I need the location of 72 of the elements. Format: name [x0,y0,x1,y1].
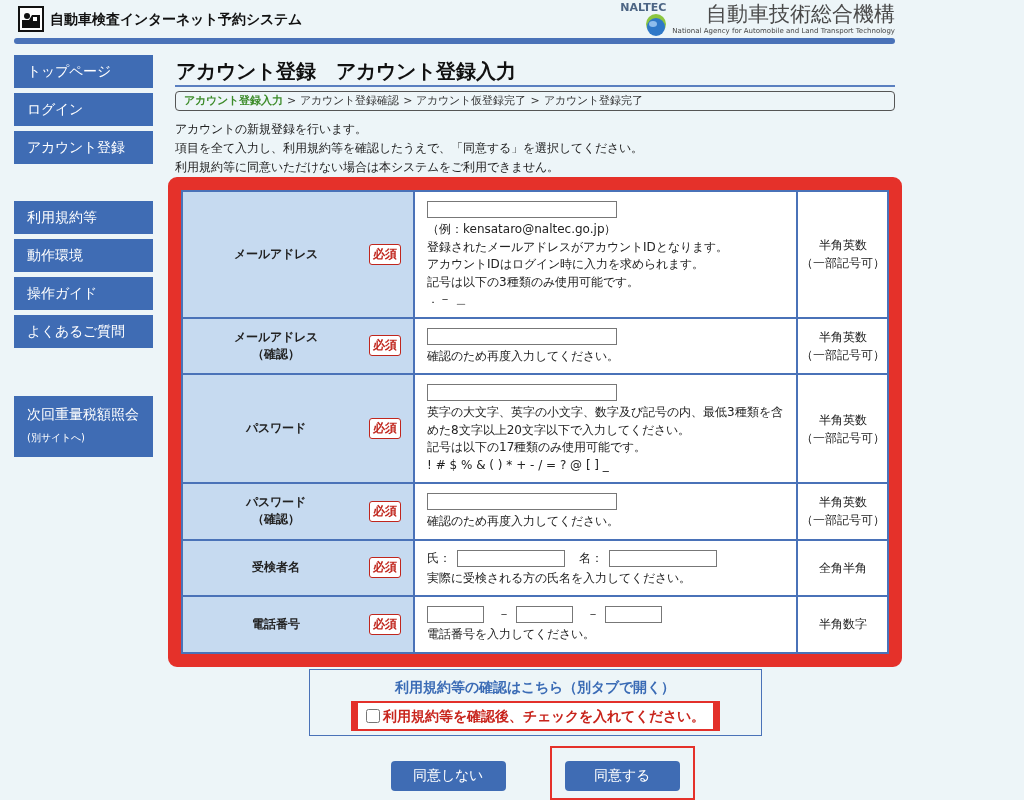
char-type-text: 半角英数 （一部記号可） [800,238,885,271]
required-badge: 必須 [369,418,401,439]
field-note: アカウントIDはログイン時に入力を求められます。 [427,256,705,273]
sidebar-link[interactable]: よくあるご質問 [14,315,153,348]
sidebar-link[interactable]: アカウント登録 [14,131,153,164]
field-note: 登録されたメールアドレスがアカウントIDとなります。 [427,238,729,256]
field-note: （例：kensataro@naltec.go.jp） [427,221,618,238]
field-note: ! # $ % & ( ) * + - / = ? @ [ ] _ [427,456,610,474]
required-badge: 必須 [369,613,401,635]
field-note: 記号は以下の3種類のみ使用可能です。 [427,273,640,291]
field-label: パスワード [245,420,307,437]
field-note: 記号は以下の17種類のみ使用可能です。 [427,439,648,456]
field-label: 受検者名 [251,559,301,577]
decline-button[interactable]: 同意しない [390,760,506,791]
input-field[interactable] [457,549,565,567]
sidebar-link[interactable]: 利用規約等 [14,201,153,234]
char-type-text: 半角数字 [818,617,867,632]
input-field[interactable] [427,327,617,345]
intro-text: アカウントの新規登録を行います。 [175,121,368,138]
agree-button[interactable]: 同意する [564,760,680,791]
required-badge: 必須 [369,335,401,357]
char-type-text: 半角英数 （一部記号可） [800,495,885,528]
field-label: 電話番号 [251,615,301,633]
sidebar-link[interactable]: トップページ [14,55,153,88]
sidebar-link[interactable]: 動作環境 [14,239,153,272]
sidebar-link[interactable]: ログイン [14,93,153,126]
org-abbreviation: NALTEC [620,2,667,13]
breadcrumb-separator: > [530,94,540,107]
breadcrumb-step: アカウント登録完了 [543,94,643,107]
globe-icon [646,14,667,36]
site-title: 自動車検査インターネット予約システム [50,9,302,29]
input-field[interactable] [427,384,617,401]
breadcrumb-step: アカウント仮登録完了 [416,94,527,107]
field-label: メールアドレス [233,245,319,263]
field-prefix: 氏： [427,549,451,567]
org-name: 自動車技術総合機構 [706,2,895,27]
input-field[interactable] [427,201,617,218]
input-field[interactable] [605,606,662,623]
breadcrumb-separator: > [403,94,413,107]
page-title: アカウント登録 アカウント登録入力 [175,58,517,84]
input-field[interactable] [516,606,573,623]
field-prefix: 名： [579,549,603,567]
required-badge: 必須 [369,557,401,579]
field-note: 電話番号を入力してください。 [427,626,596,643]
breadcrumb-step: アカウント登録入力 [184,94,283,107]
input-field[interactable] [609,549,717,567]
input-field[interactable] [427,493,617,510]
intro-text: 項目を全て入力し、利用規約等を確認したうえで、「同意する」を選択してください。 [175,140,644,157]
field-prefix: － [498,606,510,623]
field-label: パスワード （確認） [245,494,307,529]
field-note: 確認のため再度入力してください。 [427,347,620,365]
terms-checkbox[interactable] [365,708,380,723]
input-field[interactable] [427,606,484,623]
breadcrumb-separator: > [287,94,297,107]
breadcrumb-step: アカウント登録確認 [300,94,400,107]
field-note: 確認のため再度入力してください。 [427,513,620,530]
sidebar-link[interactable]: 次回重量税額照会 (別サイトへ) [14,396,153,457]
char-type-text: 半角英数 （一部記号可） [800,329,885,362]
field-note: 英字の大文字、英字の小文字、数字及び記号の内、最低3種類を含めた8文字以上20文字以下で入力してください。 [427,404,784,439]
char-type-text: 半角英数 （一部記号可） [800,412,885,445]
required-badge: 必須 [369,243,401,265]
required-badge: 必須 [369,500,401,522]
checkbox-label: 利用規約等を確認後、チェックを入れてください。 [382,706,705,726]
char-type-text: 全角半角 [818,560,867,575]
intro-text: 利用規約等に同意いただけない場合は本システムをご利用できません。 [175,159,560,176]
field-note: ．－ ＿ [427,291,468,308]
field-prefix: － [587,606,599,623]
sidebar-link[interactable]: 操作ガイド [14,277,153,310]
field-label: メールアドレス （確認） [233,328,319,363]
field-note: 実際に受検される方の氏名を入力してください。 [427,569,692,587]
logo-icon [18,6,44,32]
terms-link[interactable]: 利用規約等の確認はこちら（別タブで開く） [395,675,675,698]
